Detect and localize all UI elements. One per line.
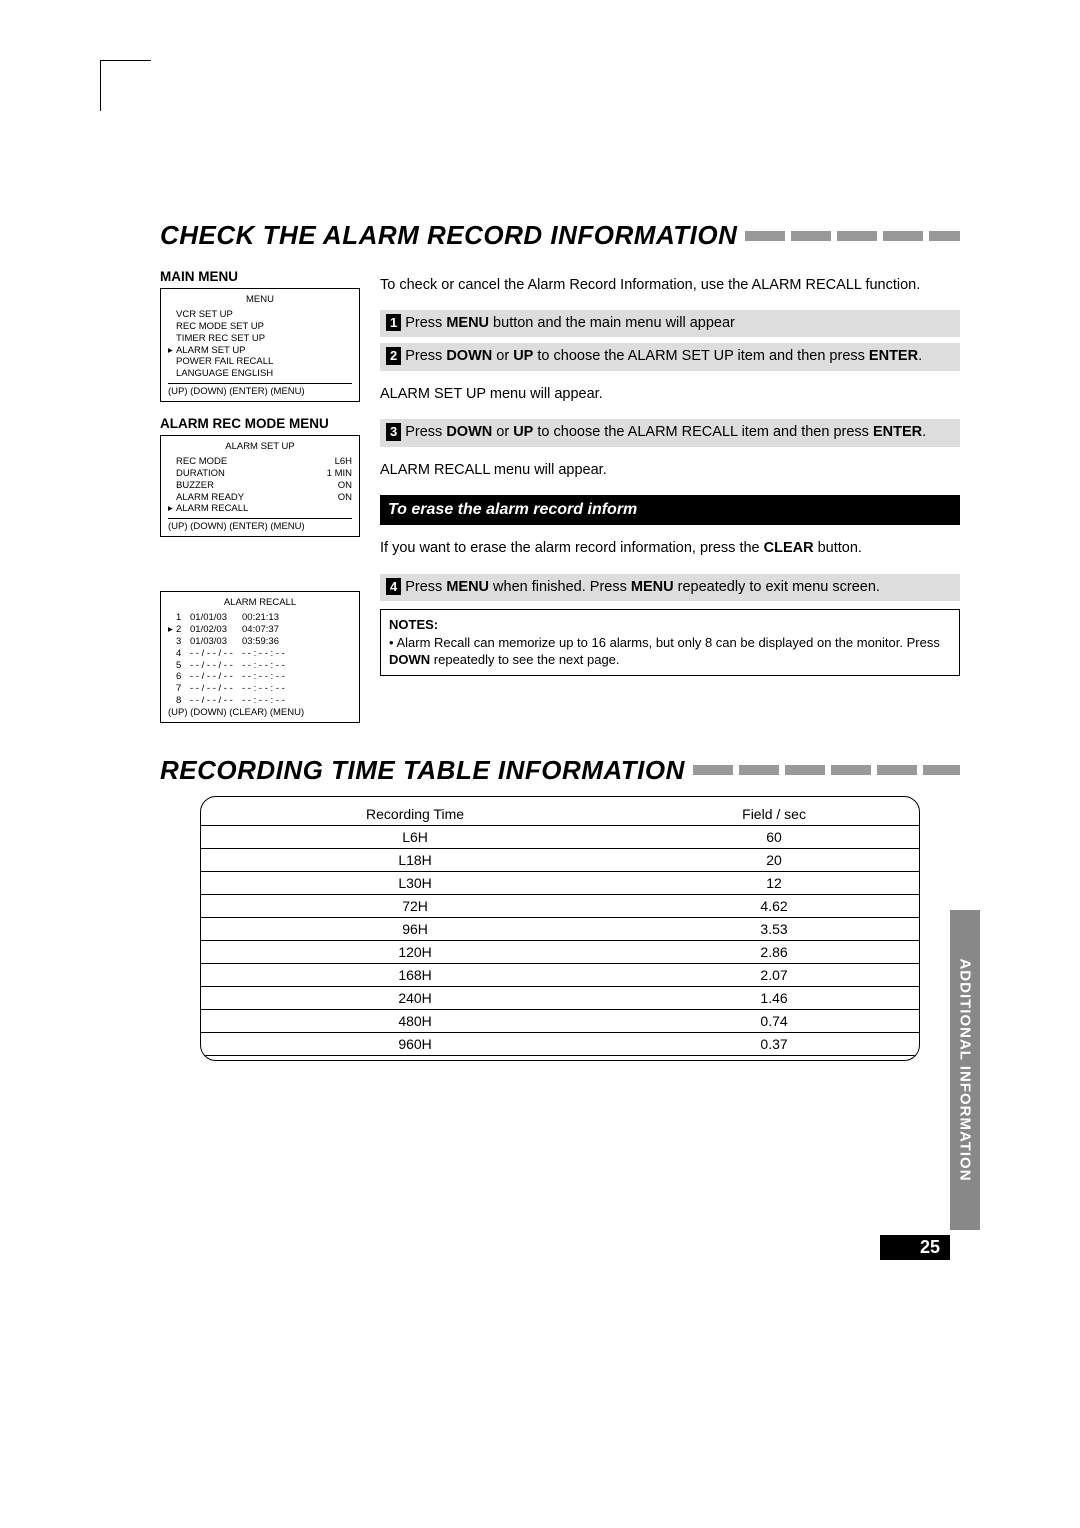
osd-menu-item: REC MODE SET UP — [168, 321, 352, 333]
osd-menu-item: POWER FAIL RECALL — [168, 356, 352, 368]
step-4: 4Press MENU when finished. Press MENU re… — [380, 574, 960, 602]
erase-heading: To erase the alarm record inform — [380, 495, 960, 525]
step-2: 2Press DOWN or UP to choose the ALARM SE… — [380, 343, 960, 371]
step-number: 2 — [386, 347, 401, 365]
table-cell: 2.86 — [629, 940, 919, 963]
table-cell: L18H — [201, 848, 629, 871]
osd-recall-row: 301/03/0303:59:36 — [168, 636, 352, 648]
osd-foot: (UP) (DOWN) (ENTER) (MENU) — [168, 518, 352, 533]
table-header: Recording Time — [201, 803, 629, 826]
section-heading-recording: RECORDING TIME TABLE INFORMATION — [160, 755, 960, 786]
erase-text: If you want to erase the alarm record in… — [380, 539, 960, 559]
osd-foot: (UP) (DOWN) (CLEAR) (MENU) — [168, 707, 352, 719]
page-number: 25 — [880, 1235, 950, 1260]
osd-menu-item: ▸ALARM RECALL — [168, 503, 352, 515]
osd-foot: (UP) (DOWN) (ENTER) (MENU) — [168, 383, 352, 398]
osd-title: ALARM RECALL — [168, 597, 352, 609]
heading-text: CHECK THE ALARM RECORD INFORMATION — [160, 220, 737, 251]
osd-menu-item: ▸ALARM SET UP — [168, 345, 352, 357]
osd-recall-row: ▸201/02/0304:07:37 — [168, 624, 352, 636]
recording-time-table-wrap: Recording TimeField / sec L6H60L18H20L30… — [160, 796, 960, 1061]
osd-alarm-setup: ALARM SET UP REC MODEL6HDURATION1 MINBUZ… — [160, 435, 360, 537]
table-cell: 12 — [629, 871, 919, 894]
main-menu-label: MAIN MENU — [160, 269, 360, 284]
step-number: 3 — [386, 423, 401, 441]
heading-text: RECORDING TIME TABLE INFORMATION — [160, 755, 685, 786]
table-cell: L30H — [201, 871, 629, 894]
notes-body: • Alarm Recall can memorize up to 16 ala… — [389, 634, 951, 669]
table-row: L18H20 — [201, 848, 919, 871]
manual-page: CHECK THE ALARM RECORD INFORMATION MAIN … — [0, 0, 1080, 1528]
left-column: MAIN MENU MENU VCR SET UPREC MODE SET UP… — [160, 261, 360, 737]
table-header: Field / sec — [629, 803, 919, 826]
osd-menu-item: DURATION1 MIN — [168, 468, 352, 480]
osd-menu-item: VCR SET UP — [168, 309, 352, 321]
table-cell: L6H — [201, 825, 629, 848]
two-column-layout: MAIN MENU MENU VCR SET UPREC MODE SET UP… — [160, 261, 960, 737]
table-cell: 0.74 — [629, 1009, 919, 1032]
step-number: 4 — [386, 578, 401, 596]
after-step-3: ALARM RECALL menu will appear. — [380, 461, 960, 481]
table-cell: 3.53 — [629, 917, 919, 940]
table-row: L6H60 — [201, 825, 919, 848]
section-heading-alarm: CHECK THE ALARM RECORD INFORMATION — [160, 220, 960, 251]
osd-recall-row: 101/01/0300:21:13 — [168, 612, 352, 624]
table-cell: 960H — [201, 1032, 629, 1055]
table-cell: 96H — [201, 917, 629, 940]
osd-menu-item: BUZZERON — [168, 480, 352, 492]
notes-title: NOTES: — [389, 616, 951, 634]
osd-menu-item: ALARM READYON — [168, 492, 352, 504]
osd-recall-row: 4- - / - - / - -- - : - - : - - — [168, 648, 352, 660]
page-content: CHECK THE ALARM RECORD INFORMATION MAIN … — [160, 220, 960, 1061]
table-cell: 4.62 — [629, 894, 919, 917]
osd-alarm-recall: ALARM RECALL 101/01/0300:21:13▸201/02/03… — [160, 591, 360, 723]
table-cell: 120H — [201, 940, 629, 963]
table-cell: 0.37 — [629, 1032, 919, 1055]
heading-bars-icon — [745, 231, 960, 241]
right-column: To check or cancel the Alarm Record Info… — [380, 261, 960, 737]
osd-title: ALARM SET UP — [168, 441, 352, 453]
table-cell: 2.07 — [629, 963, 919, 986]
table-cell: 20 — [629, 848, 919, 871]
table-cell: 72H — [201, 894, 629, 917]
table-cell: 240H — [201, 986, 629, 1009]
heading-bars-icon — [693, 765, 960, 775]
table-row: L30H12 — [201, 871, 919, 894]
osd-menu-item: REC MODEL6H — [168, 456, 352, 468]
crop-mark — [100, 60, 151, 111]
intro-text: To check or cancel the Alarm Record Info… — [380, 276, 960, 296]
recording-time-table: Recording TimeField / sec L6H60L18H20L30… — [201, 803, 919, 1056]
alarm-rec-label: ALARM REC MODE MENU — [160, 416, 360, 431]
osd-menu-item: LANGUAGE ENGLISH — [168, 368, 352, 380]
osd-recall-row: 5- - / - - / - -- - : - - : - - — [168, 660, 352, 672]
osd-main-menu: MENU VCR SET UPREC MODE SET UPTIMER REC … — [160, 288, 360, 402]
table-row: 960H0.37 — [201, 1032, 919, 1055]
table-row: 120H2.86 — [201, 940, 919, 963]
osd-recall-row: 8- - / - - / - -- - : - - : - - — [168, 695, 352, 707]
osd-recall-row: 6- - / - - / - -- - : - - : - - — [168, 671, 352, 683]
osd-menu-item: TIMER REC SET UP — [168, 333, 352, 345]
table-row: 480H0.74 — [201, 1009, 919, 1032]
side-tab: ADDITIONAL INFORMATION — [950, 910, 980, 1230]
notes-box: NOTES: • Alarm Recall can memorize up to… — [380, 609, 960, 676]
step-3: 3Press DOWN or UP to choose the ALARM RE… — [380, 419, 960, 447]
table-row: 96H3.53 — [201, 917, 919, 940]
step-number: 1 — [386, 314, 401, 332]
after-step-2: ALARM SET UP menu will appear. — [380, 385, 960, 405]
table-row: 72H4.62 — [201, 894, 919, 917]
table-cell: 168H — [201, 963, 629, 986]
osd-recall-row: 7- - / - - / - -- - : - - : - - — [168, 683, 352, 695]
osd-title: MENU — [168, 294, 352, 306]
table-row: 240H1.46 — [201, 986, 919, 1009]
table-row: 168H2.07 — [201, 963, 919, 986]
table-cell: 60 — [629, 825, 919, 848]
side-tab-label: ADDITIONAL INFORMATION — [957, 958, 974, 1181]
table-cell: 480H — [201, 1009, 629, 1032]
table-cell: 1.46 — [629, 986, 919, 1009]
step-1: 1Press MENU button and the main menu wil… — [380, 310, 960, 338]
